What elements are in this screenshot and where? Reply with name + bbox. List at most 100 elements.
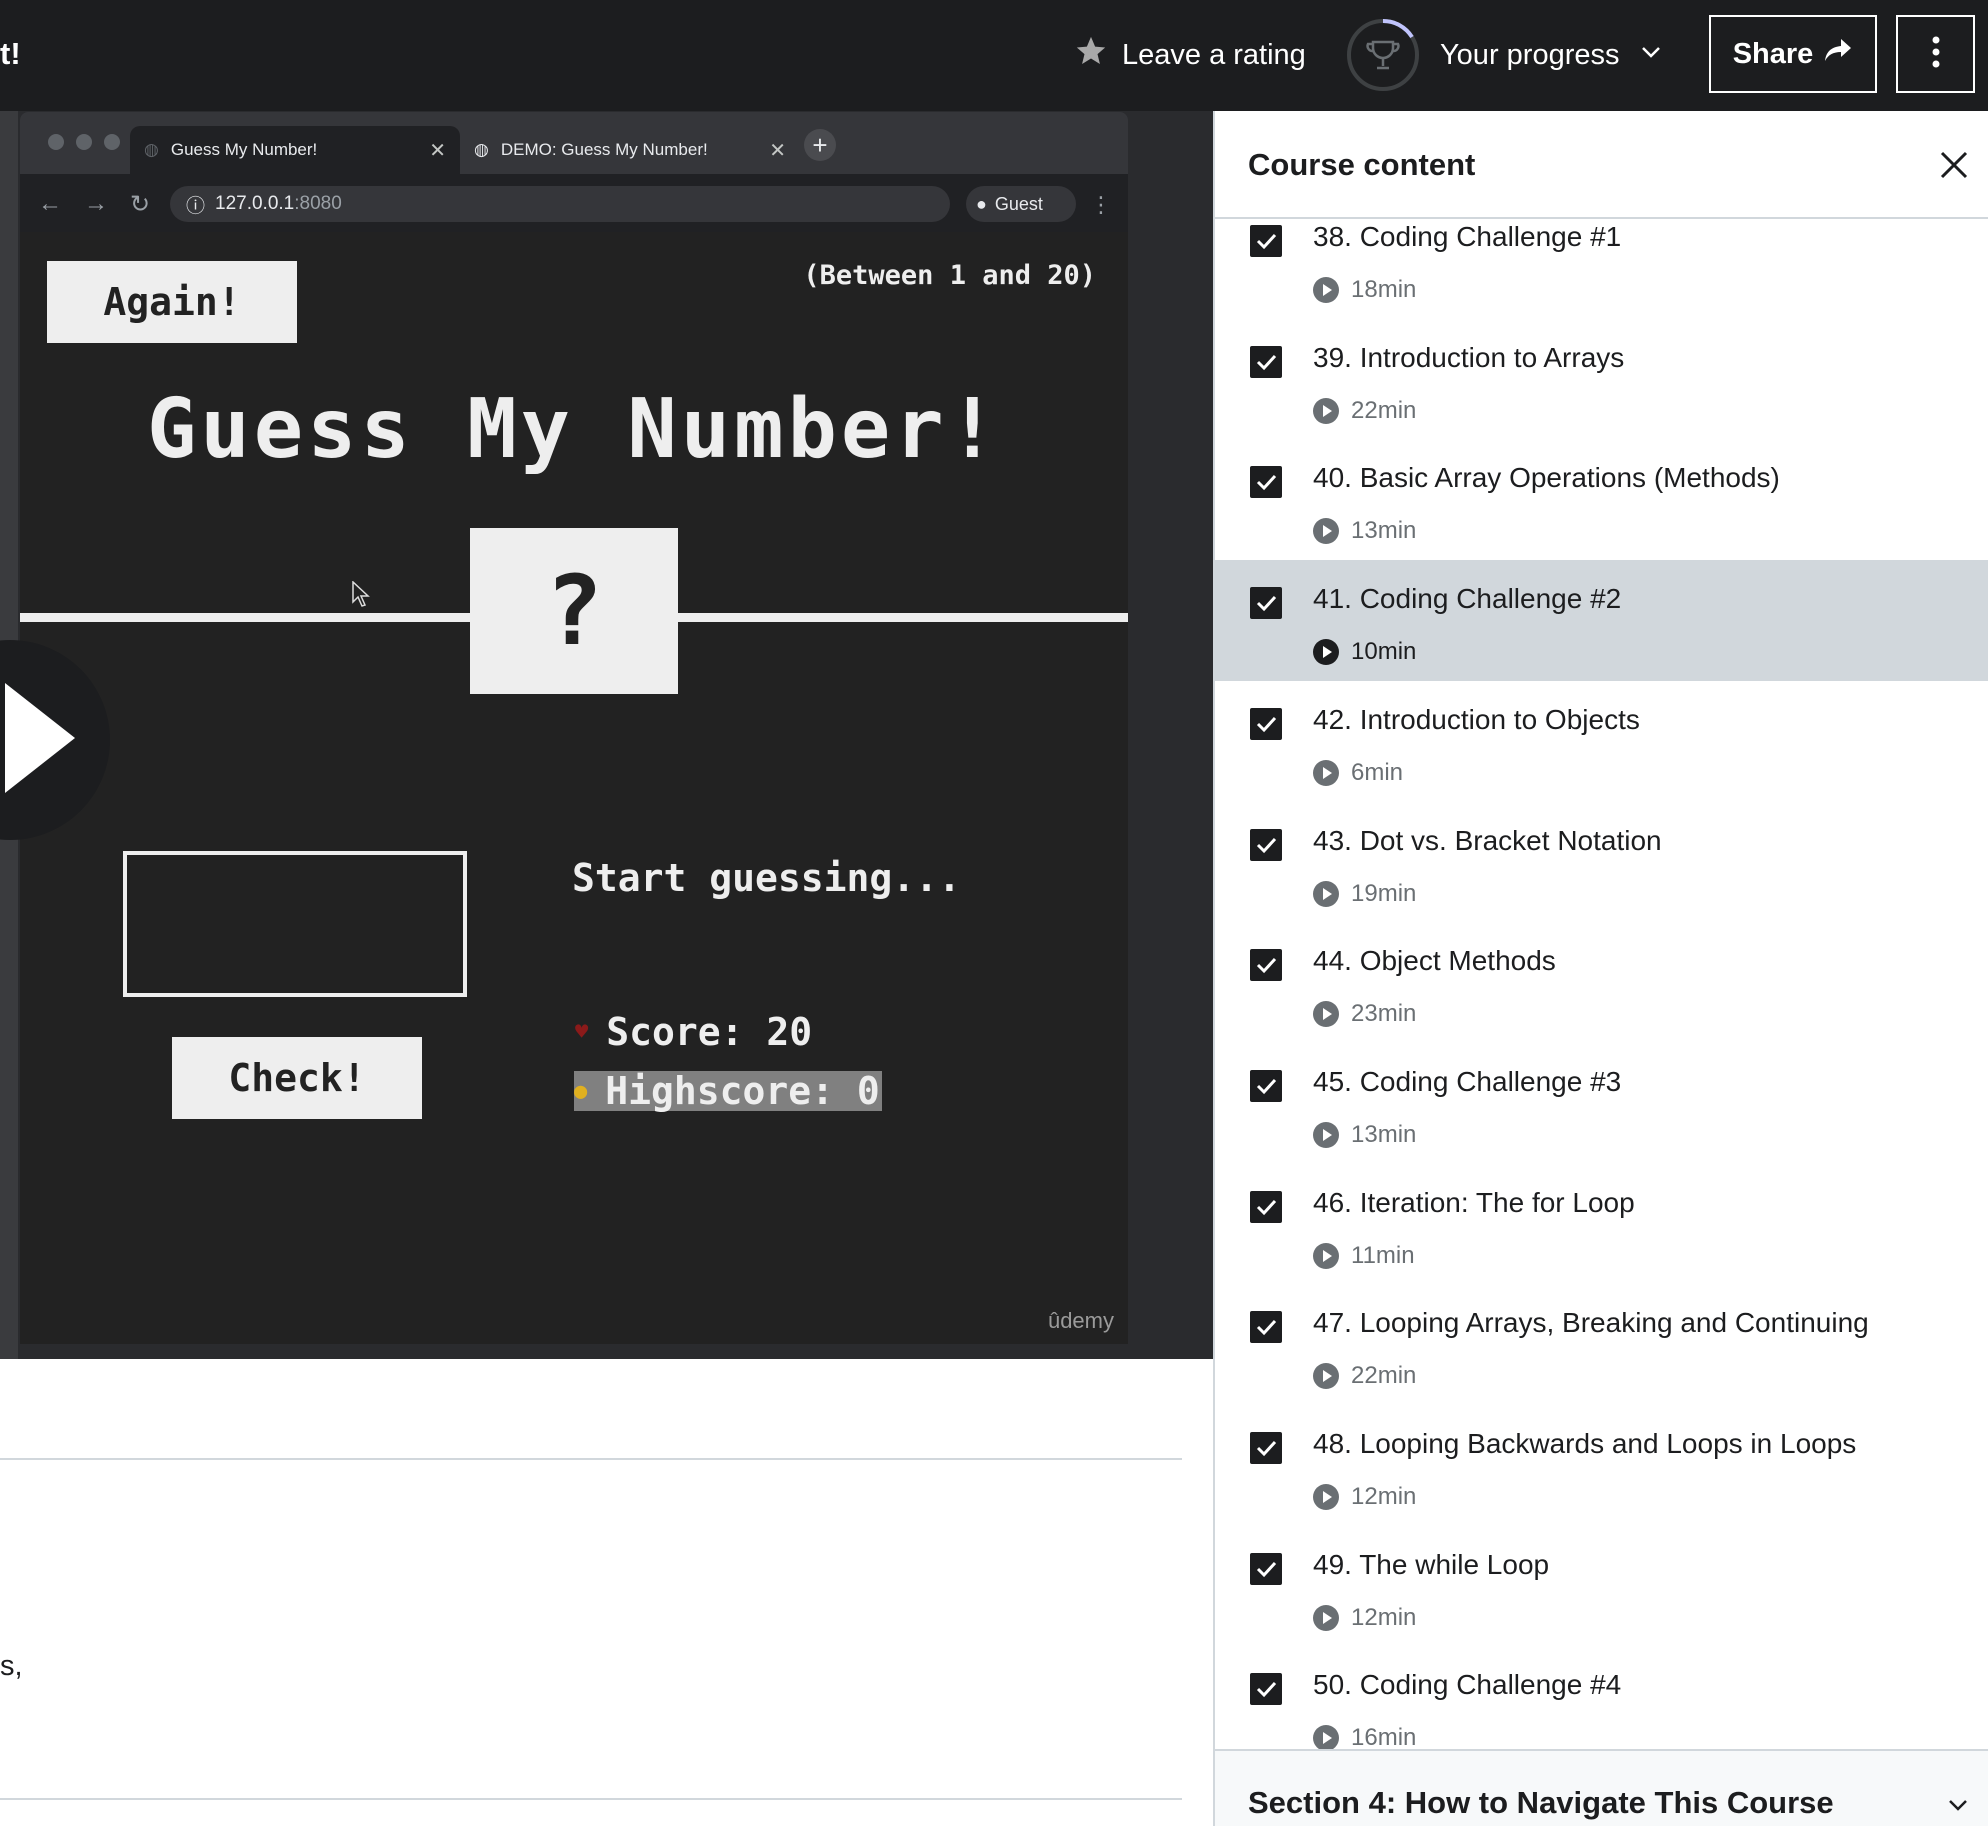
lecture-title: 41. Coding Challenge #2 [1313, 583, 1622, 614]
close-tab-icon: ✕ [429, 139, 446, 162]
share-button[interactable]: Share [1709, 15, 1877, 93]
checkbox[interactable] [1250, 1311, 1282, 1343]
play-circle-icon [1313, 277, 1339, 303]
window-controls [48, 134, 120, 150]
score-line: ♥ Score: 20 [575, 1010, 812, 1054]
lecture-item[interactable]: 44. Object Methods 23min [1215, 922, 1988, 1043]
globe-icon: ◍ [474, 140, 489, 159]
close-sidebar-button[interactable] [1936, 147, 1972, 183]
lecture-duration: 22min [1351, 1362, 1417, 1389]
udemy-watermark: ûdemy [1047, 1308, 1114, 1333]
mouse-cursor-icon [352, 580, 370, 612]
new-tab-icon: + [804, 129, 836, 161]
play-circle-icon [1313, 1122, 1339, 1148]
checkmark-icon [1256, 1440, 1277, 1457]
highscore-label: Highscore: 0 [605, 1069, 880, 1113]
checkmark-icon [1256, 837, 1277, 854]
share-label: Share [1732, 37, 1814, 70]
lecture-duration: 6min [1351, 759, 1404, 786]
globe-icon: ◍ [144, 140, 159, 159]
lecture-meta: 12min [1313, 1483, 1416, 1511]
lecture-meta: 19min [1313, 880, 1416, 908]
lecture-item[interactable]: 42. Introduction to Objects 6min [1215, 681, 1988, 802]
checkbox[interactable] [1250, 225, 1282, 257]
highscore-line: ● Highscore: 0 [574, 1069, 882, 1113]
browser-tab-2-title: DEMO: Guess My Number! [500, 140, 708, 159]
checkbox[interactable] [1250, 1432, 1282, 1464]
play-circle-icon [1313, 398, 1339, 424]
lecture-meta: 22min [1313, 1362, 1416, 1390]
video-player[interactable]: ◍ Guess My Number! ✕ ◍ DEMO: Guess My Nu… [0, 111, 1213, 1359]
info-icon: ⓘ [186, 195, 206, 217]
range-hint: (Between 1 and 20) [803, 260, 1096, 291]
checkbox[interactable] [1250, 1673, 1282, 1705]
lecture-item[interactable]: 43. Dot vs. Bracket Notation 19min [1215, 802, 1988, 923]
play-circle-icon [1313, 1001, 1339, 1027]
more-options-button[interactable] [1896, 15, 1975, 93]
score-label: Score: 20 [606, 1010, 813, 1054]
course-title[interactable]: t! [0, 36, 21, 72]
lecture-duration: 13min [1351, 1121, 1417, 1148]
checkbox[interactable] [1250, 587, 1282, 619]
profile-label: Guest [994, 193, 1043, 214]
play-circle-icon [1313, 1605, 1339, 1631]
lecture-meta: 11min [1313, 1242, 1415, 1270]
game-message: Start guessing... [572, 856, 961, 900]
person-icon: ● [976, 193, 987, 214]
checkbox[interactable] [1250, 949, 1282, 981]
checkbox[interactable] [1250, 1191, 1282, 1223]
lecture-duration: 12min [1351, 1483, 1417, 1510]
star-icon [1074, 34, 1108, 76]
lecture-item[interactable]: 48. Looping Backwards and Loops in Loops… [1215, 1405, 1988, 1526]
url-host: 127.0.0.1 [215, 193, 295, 214]
lecture-duration: 23min [1351, 1000, 1417, 1027]
lecture-duration: 12min [1351, 1604, 1417, 1631]
close-tab-icon: ✕ [769, 139, 786, 162]
game-page: Again! (Between 1 and 20) Guess My Numbe… [20, 232, 1128, 1344]
lecture-title: 47. Looping Arrays, Breaking and Continu… [1313, 1307, 1869, 1338]
checkbox[interactable] [1250, 346, 1282, 378]
lecture-item[interactable]: 45. Coding Challenge #3 13min [1215, 1043, 1988, 1164]
checkmark-icon [1256, 1681, 1277, 1698]
lecture-meta: 18min [1313, 276, 1416, 304]
checkbox[interactable] [1250, 1070, 1282, 1102]
back-arrow-icon: ← [38, 190, 62, 217]
lecture-item[interactable]: 40. Basic Array Operations (Methods) 13mi… [1215, 439, 1988, 560]
browser-tab-1: ◍ Guess My Number! ✕ [130, 126, 460, 174]
chevron-down-icon [1639, 39, 1663, 72]
checkmark-icon [1256, 354, 1277, 371]
browser-window: ◍ Guess My Number! ✕ ◍ DEMO: Guess My Nu… [20, 112, 1128, 1344]
chevron-down-icon [1949, 1800, 1967, 1811]
lecture-duration: 16min [1351, 1724, 1417, 1751]
lecture-item[interactable]: 39. Introduction to Arrays 22min [1215, 319, 1988, 440]
play-circle-icon [1313, 760, 1339, 786]
checkbox[interactable] [1250, 466, 1282, 498]
checkbox[interactable] [1250, 708, 1282, 740]
leave-rating-button[interactable]: Leave a rating [1074, 30, 1306, 80]
checkbox[interactable] [1250, 1553, 1282, 1585]
lecture-title: 42. Introduction to Objects [1313, 704, 1640, 735]
play-circle-icon [1313, 881, 1339, 907]
checkbox[interactable] [1250, 829, 1282, 861]
lecture-item[interactable]: 46. Iteration: The for Loop 11min [1215, 1164, 1988, 1285]
header-bar: t! Leave a rating Your progress Share [0, 0, 1988, 111]
lecture-meta: 12min [1313, 1604, 1416, 1632]
lecture-duration: 22min [1351, 397, 1417, 424]
browser-tab-2: ◍ DEMO: Guess My Number! ✕ [460, 126, 800, 174]
lecture-title: 44. Object Methods [1313, 945, 1556, 976]
close-icon [1940, 151, 1968, 179]
checkmark-icon [1256, 233, 1277, 250]
lecture-item[interactable]: 49. The while Loop 12min [1215, 1526, 1988, 1647]
browser-tabbar: ◍ Guess My Number! ✕ ◍ DEMO: Guess My Nu… [20, 112, 1128, 174]
address-bar: ⓘ 127.0.0.1:8080 [170, 186, 950, 222]
your-progress-label: Your progress [1440, 38, 1620, 71]
lecture-item[interactable]: 47. Looping Arrays, Breaking and Continu… [1215, 1284, 1988, 1405]
your-progress-button[interactable]: Your progress [1346, 18, 1663, 92]
lecture-meta: 6min [1313, 759, 1403, 787]
divider [0, 1458, 1182, 1460]
section-4-header[interactable]: Section 4: How to Navigate This Course [1215, 1749, 1988, 1826]
lecture-item[interactable]: 41. Coding Challenge #2 10min [1215, 560, 1988, 681]
again-button: Again! [47, 261, 297, 343]
lecture-meta: 13min [1313, 517, 1416, 545]
forward-arrow-icon: → [84, 190, 108, 217]
